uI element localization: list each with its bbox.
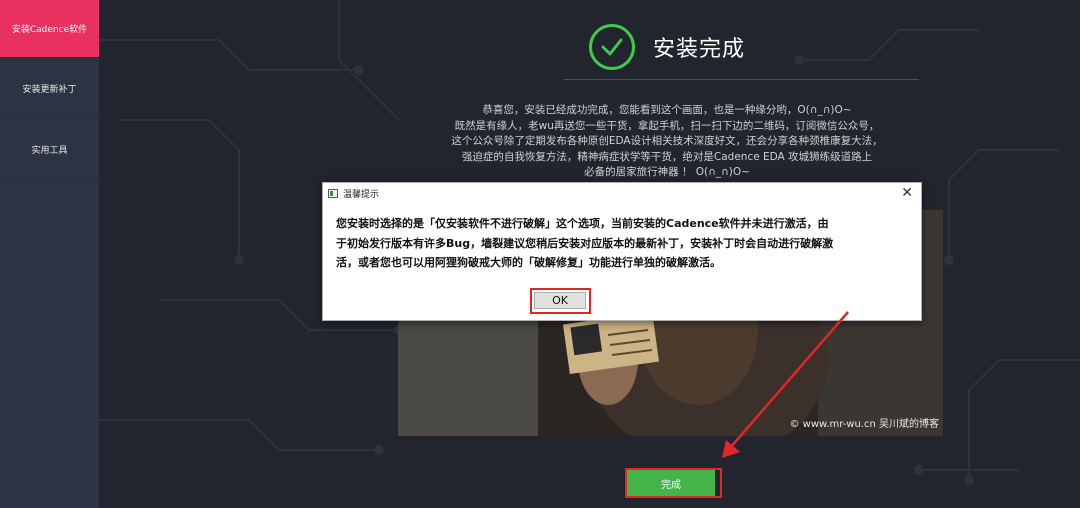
annotation-arrow <box>722 311 849 458</box>
